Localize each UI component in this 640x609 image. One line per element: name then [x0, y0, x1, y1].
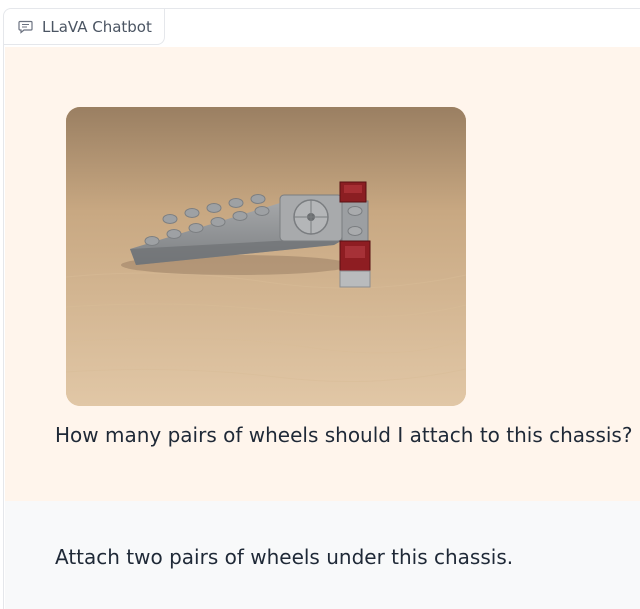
user-message-text: How many pairs of wheels should I attach… — [55, 423, 633, 447]
bot-message-text: Attach two pairs of wheels under this ch… — [55, 545, 514, 569]
chat-bubble-icon — [18, 20, 33, 34]
user-message: How many pairs of wheels should I attach… — [5, 47, 640, 501]
user-uploaded-image[interactable] — [66, 107, 466, 406]
chatbot-panel: LLaVA Chatbot How many pairs of wheels s… — [3, 8, 640, 609]
chatbot-label: LLaVA Chatbot — [4, 9, 165, 45]
chatbot-label-text: LLaVA Chatbot — [42, 17, 152, 36]
bot-message: Attach two pairs of wheels under this ch… — [5, 501, 640, 609]
